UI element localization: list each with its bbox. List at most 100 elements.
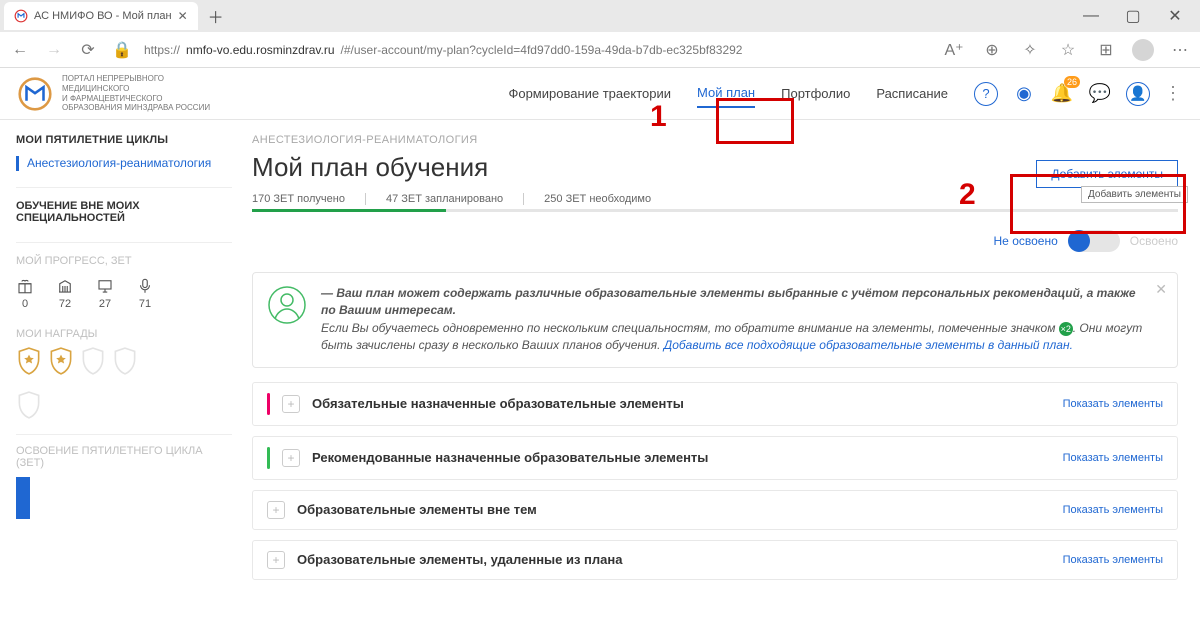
toggle-knob (1068, 230, 1090, 252)
card-title: Образовательные элементы вне тем (297, 502, 1051, 517)
award-empty-icon (80, 346, 106, 376)
layout: МОИ ПЯТИЛЕТНИЕ ЦИКЛЫ Анестезиология-реан… (0, 120, 1200, 644)
eye-icon[interactable]: ◉ (1012, 82, 1036, 106)
progress-monitor[interactable]: 27 (96, 277, 114, 310)
card-title: Обязательные назначенные образовательные… (312, 396, 1051, 411)
back-button[interactable]: ← (8, 38, 32, 62)
app-root: ПОРТАЛ НЕПРЕРЫВНОГО МЕДИЦИНСКОГО И ФАРМА… (0, 68, 1200, 644)
profile-icon[interactable]: 👤 (1126, 82, 1150, 106)
mastered-toggle[interactable] (1068, 230, 1120, 252)
awards-row-2 (16, 390, 232, 420)
awards-row (16, 346, 232, 376)
zet-required: 250 ЗЕТ необходимо (544, 193, 671, 205)
card-mandatory: + Обязательные назначенные образовательн… (252, 382, 1178, 426)
expand-icon[interactable]: + (267, 551, 285, 569)
card-title: Рекомендованные назначенные образователь… (312, 450, 1051, 465)
content-area: АНЕСТЕЗИОЛОГИЯ-РЕАНИМАТОЛОГИЯ Мой план о… (232, 120, 1200, 644)
mic-icon (136, 277, 154, 295)
gift-icon (16, 277, 34, 295)
favorites-icon[interactable]: ☆ (1056, 38, 1080, 62)
breadcrumb: АНЕСТЕЗИОЛОГИЯ-РЕАНИМАТОЛОГИЯ (252, 134, 1178, 146)
expand-icon[interactable]: + (282, 449, 300, 467)
favorite-add-icon[interactable]: ✧ (1018, 38, 1042, 62)
zet-received: 170 ЗЕТ получено (252, 193, 366, 205)
award-empty-icon (16, 390, 42, 420)
browser-tab[interactable]: АС НМИФО ВО - Мой план ✕ (4, 2, 198, 30)
nav-portfolio[interactable]: Портфолио (781, 80, 850, 107)
refresh-button[interactable]: ⟳ (76, 38, 100, 62)
progress-icons: 0 72 27 71 (16, 277, 232, 310)
forward-button[interactable]: → (42, 38, 66, 62)
sidebar: МОИ ПЯТИЛЕТНИЕ ЦИКЛЫ Анестезиология-реан… (0, 120, 232, 644)
chat-icon[interactable]: 💬 (1088, 82, 1112, 106)
new-tab-button[interactable]: ＋ (204, 4, 228, 28)
url-proto: https:// (144, 43, 180, 57)
info-close-icon[interactable]: ✕ (1155, 281, 1167, 298)
browser-action-icons: A⁺ ⊕ ✧ ☆ ⊞ ⋯ (942, 38, 1192, 62)
toggle-label-on: Освоено (1130, 234, 1178, 248)
bell-icon[interactable]: 🔔26 (1050, 82, 1074, 106)
expand-icon[interactable]: + (267, 501, 285, 519)
tab-title: АС НМИФО ВО - Мой план (34, 10, 172, 22)
read-aloud-icon[interactable]: A⁺ (942, 38, 966, 62)
zet-planned: 47 ЗЕТ запланировано (386, 193, 524, 205)
cycle-bar-1 (16, 477, 30, 519)
address-bar: ← → ⟳ 🔒 https://nmfo-vo.edu.rosminzdrav.… (0, 32, 1200, 68)
close-window-button[interactable]: ✕ (1154, 2, 1196, 30)
card-removed: + Образовательные элементы, удаленные из… (252, 540, 1178, 580)
zet-summary: 170 ЗЕТ получено 47 ЗЕТ запланировано 25… (252, 193, 1178, 205)
active-bar (16, 156, 19, 171)
tab-close-icon[interactable]: ✕ (178, 9, 188, 23)
site-logo[interactable]: ПОРТАЛ НЕПРЕРЫВНОГО МЕДИЦИНСКОГО И ФАРМА… (18, 74, 210, 112)
progress-gift[interactable]: 0 (16, 277, 34, 310)
zoom-icon[interactable]: ⊕ (980, 38, 1004, 62)
sidebar-progress-heading: МОЙ ПРОГРЕСС, ЗЕТ (16, 255, 232, 267)
header-icons: ? ◉ 🔔26 💬 👤 ⋮ (974, 82, 1182, 106)
help-icon[interactable]: ? (974, 82, 998, 106)
show-elements-link[interactable]: Показать элементы (1063, 504, 1163, 516)
tab-bar: АС НМИФО ВО - Мой план ✕ ＋ ― ▢ ✕ (0, 0, 1200, 32)
notification-badge: 26 (1064, 76, 1080, 88)
card-title: Образовательные элементы, удаленные из п… (297, 552, 1051, 567)
award-gold-icon[interactable] (16, 346, 42, 376)
card-outside-topics: + Образовательные элементы вне тем Показ… (252, 490, 1178, 530)
app-menu-icon[interactable]: ⋮ (1164, 83, 1182, 104)
progress-building[interactable]: 72 (56, 277, 74, 310)
app-header: ПОРТАЛ НЕПРЕРЫВНОГО МЕДИЦИНСКОГО И ФАРМА… (0, 68, 1200, 120)
nav-schedule[interactable]: Расписание (876, 80, 948, 107)
window-controls: ― ▢ ✕ (1070, 2, 1196, 30)
site-info-icon[interactable]: 🔒 (110, 38, 134, 62)
mastered-toggle-row: Не освоено Освоено (252, 230, 1178, 252)
nav-my-plan[interactable]: Мой план (697, 79, 755, 108)
sidebar-cycles-heading: МОИ ПЯТИЛЕТНИЕ ЦИКЛЫ (16, 134, 232, 146)
add-elements-button[interactable]: Добавить элементы (1036, 160, 1178, 188)
card-strip (267, 393, 270, 415)
info-box: — Ваш план может содержать различные обр… (252, 272, 1178, 368)
logo-icon (18, 77, 52, 111)
award-gold-icon[interactable] (48, 346, 74, 376)
browser-menu-icon[interactable]: ⋯ (1168, 38, 1192, 62)
cycle-bar-chart (16, 477, 232, 519)
expand-icon[interactable]: + (282, 395, 300, 413)
maximize-button[interactable]: ▢ (1112, 2, 1154, 30)
favicon-icon (14, 9, 28, 23)
collections-icon[interactable]: ⊞ (1094, 38, 1118, 62)
monitor-icon (96, 277, 114, 295)
sidebar-cycle-progress-heading: ОСВОЕНИЕ ПЯТИЛЕТНЕГО ЦИКЛА (ЗЕТ) (16, 445, 232, 469)
browser-chrome: АС НМИФО ВО - Мой план ✕ ＋ ― ▢ ✕ ← → ⟳ 🔒… (0, 0, 1200, 68)
show-elements-link[interactable]: Показать элементы (1063, 554, 1163, 566)
sidebar-cycle-item[interactable]: Анестезиология-реаниматология (16, 156, 232, 171)
add-all-link[interactable]: Добавить все подходящие образовательные … (664, 338, 1073, 352)
info-avatar-icon (267, 285, 307, 325)
card-strip (267, 447, 270, 469)
profile-avatar[interactable] (1132, 39, 1154, 61)
url-field[interactable]: https://nmfo-vo.edu.rosminzdrav.ru/#/use… (144, 43, 932, 57)
progress-mic[interactable]: 71 (136, 277, 154, 310)
sidebar-awards-heading: МОИ НАГРАДЫ (16, 328, 232, 340)
show-elements-link[interactable]: Показать элементы (1063, 452, 1163, 464)
info-text: — Ваш план может содержать различные обр… (321, 285, 1147, 355)
show-elements-link[interactable]: Показать элементы (1063, 398, 1163, 410)
minimize-button[interactable]: ― (1070, 2, 1112, 30)
nav-trajectory[interactable]: Формирование траектории (508, 80, 671, 107)
add-elements-tooltip: Добавить элементы (1081, 186, 1188, 203)
